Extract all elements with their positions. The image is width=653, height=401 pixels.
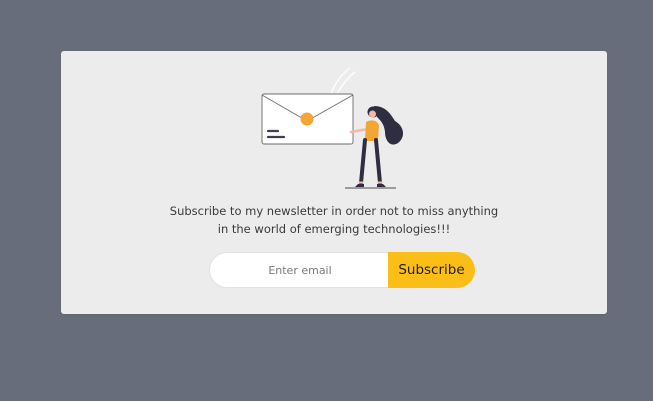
envelope-woman-illustration — [261, 67, 404, 189]
envelope-icon — [261, 93, 354, 145]
newsletter-card: Subscribe to my newsletter in order not … — [61, 51, 607, 314]
subscribe-button[interactable]: Subscribe — [388, 252, 475, 288]
email-input[interactable] — [209, 252, 390, 288]
woman-figure-icon — [345, 106, 404, 189]
newsletter-message: Subscribe to my newsletter in order not … — [61, 202, 607, 238]
subscribe-form: Subscribe — [209, 252, 475, 288]
message-line-1: Subscribe to my newsletter in order not … — [169, 204, 499, 218]
message-line-2: in the world of emerging technologies!!! — [217, 222, 451, 236]
